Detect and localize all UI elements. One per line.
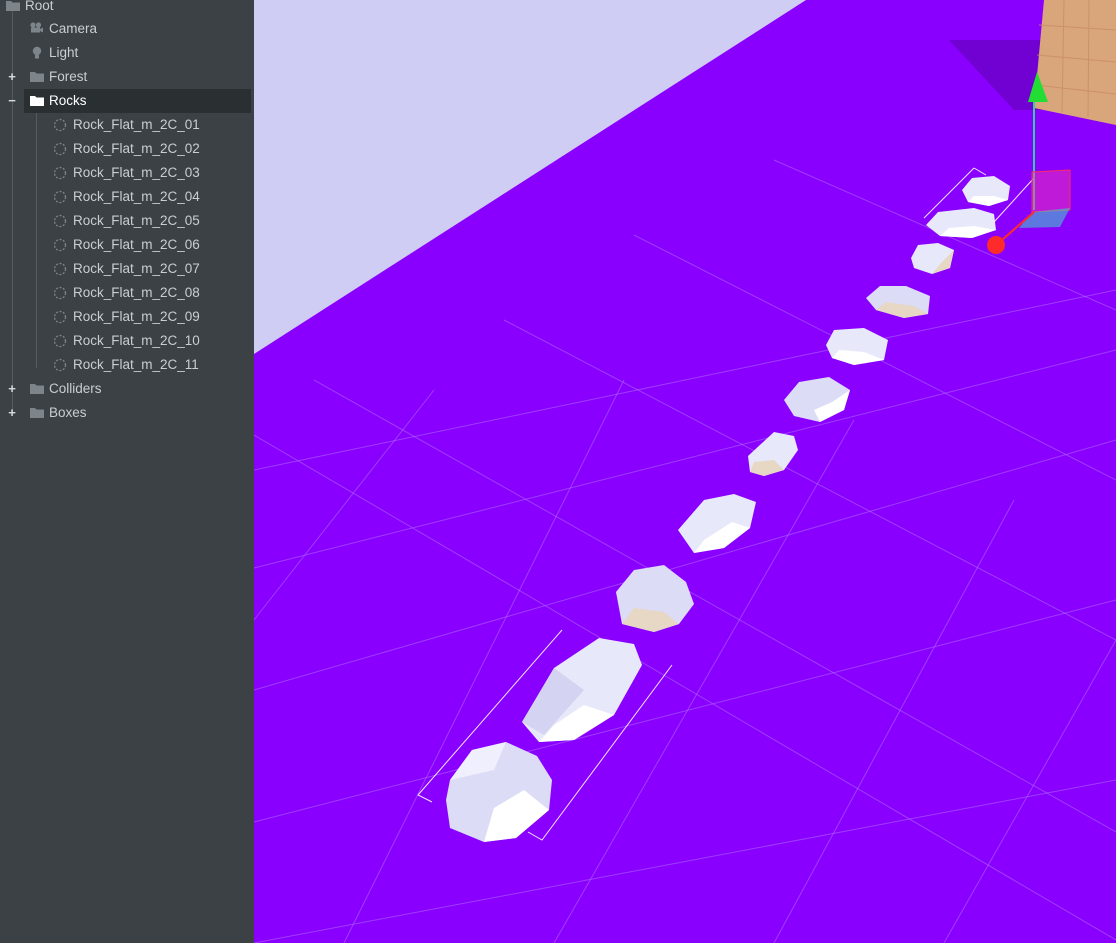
hierarchy-panel: Root Camera Light + Forest − Rocks Rock_… — [0, 0, 254, 943]
tree-item-label: Forest — [49, 69, 88, 84]
tree-item-root[interactable]: Root — [0, 0, 254, 18]
tree-item-label: Rock_Flat_m_2C_05 — [73, 213, 200, 228]
tree-item-rock-07[interactable]: Rock_Flat_m_2C_07 — [0, 257, 254, 281]
tree-item-label: Rock_Flat_m_2C_10 — [73, 333, 200, 348]
mesh-icon — [53, 334, 67, 348]
tree-item-label: Boxes — [49, 405, 87, 420]
editor-window: Root Camera Light + Forest − Rocks Rock_… — [0, 0, 1116, 943]
expand-toggle[interactable]: + — [6, 382, 18, 395]
tree-item-label: Rock_Flat_m_2C_03 — [73, 165, 200, 180]
scene-viewport[interactable] — [254, 0, 1116, 943]
tree-item-boxes[interactable]: + Boxes — [0, 401, 254, 425]
gizmo-xy-plane[interactable] — [1031, 169, 1071, 213]
tree-item-rock-04[interactable]: Rock_Flat_m_2C_04 — [0, 185, 254, 209]
tree-item-label: Rock_Flat_m_2C_09 — [73, 309, 200, 324]
gizmo-x-handle[interactable] — [987, 236, 1005, 254]
tree-item-forest[interactable]: + Forest — [0, 65, 254, 89]
mesh-icon — [53, 142, 67, 156]
tree-item-rock-08[interactable]: Rock_Flat_m_2C_08 — [0, 281, 254, 305]
mesh-icon — [53, 238, 67, 252]
tree-item-label: Rock_Flat_m_2C_11 — [73, 357, 199, 372]
tree-item-rock-02[interactable]: Rock_Flat_m_2C_02 — [0, 137, 254, 161]
mesh-icon — [53, 214, 67, 228]
folder-icon — [30, 408, 44, 418]
box-object[interactable] — [1034, 0, 1116, 125]
mesh-icon — [53, 118, 67, 132]
tree-item-label: Rock_Flat_m_2C_02 — [73, 141, 200, 156]
tree-item-rock-03[interactable]: Rock_Flat_m_2C_03 — [0, 161, 254, 185]
tree-item-label: Rock_Flat_m_2C_08 — [73, 285, 200, 300]
tree-item-rock-01[interactable]: Rock_Flat_m_2C_01 — [0, 113, 254, 137]
camera-icon — [30, 22, 43, 33]
mesh-icon — [53, 166, 67, 180]
tree-item-label: Colliders — [49, 381, 102, 396]
tree-item-label: Rock_Flat_m_2C_07 — [73, 261, 200, 276]
tree-item-label: Root — [25, 0, 54, 13]
mesh-icon — [53, 310, 67, 324]
tree-item-rock-06[interactable]: Rock_Flat_m_2C_06 — [0, 233, 254, 257]
tree-item-rocks[interactable]: − Rocks — [0, 89, 254, 113]
expand-toggle[interactable]: + — [6, 406, 18, 419]
tree-item-label: Camera — [49, 21, 98, 36]
scene-canvas[interactable] — [254, 0, 1116, 943]
folder-icon — [30, 384, 44, 394]
tree-item-label: Rock_Flat_m_2C_06 — [73, 237, 200, 252]
tree-item-label: Rock_Flat_m_2C_01 — [73, 117, 200, 132]
tree-item-rock-10[interactable]: Rock_Flat_m_2C_10 — [0, 329, 254, 353]
light-icon — [32, 46, 42, 59]
tree-item-label: Rocks — [49, 93, 87, 108]
expand-toggle[interactable]: + — [6, 70, 18, 83]
tree-item-rock-09[interactable]: Rock_Flat_m_2C_09 — [0, 305, 254, 329]
tree-item-rock-11[interactable]: Rock_Flat_m_2C_11 — [0, 353, 254, 377]
folder-icon — [30, 72, 44, 82]
mesh-icon — [53, 262, 67, 276]
tree-item-light[interactable]: Light — [0, 41, 254, 65]
tree-item-camera[interactable]: Camera — [0, 17, 254, 41]
tree-item-rock-05[interactable]: Rock_Flat_m_2C_05 — [0, 209, 254, 233]
tree-item-colliders[interactable]: + Colliders — [0, 377, 254, 401]
tree-item-label: Light — [49, 45, 79, 60]
mesh-icon — [53, 358, 67, 372]
tree-item-label: Rock_Flat_m_2C_04 — [73, 189, 200, 204]
mesh-icon — [53, 286, 67, 300]
collapse-toggle[interactable]: − — [6, 94, 18, 107]
mesh-icon — [53, 190, 67, 204]
folder-icon — [6, 1, 20, 11]
folder-icon — [30, 96, 44, 106]
